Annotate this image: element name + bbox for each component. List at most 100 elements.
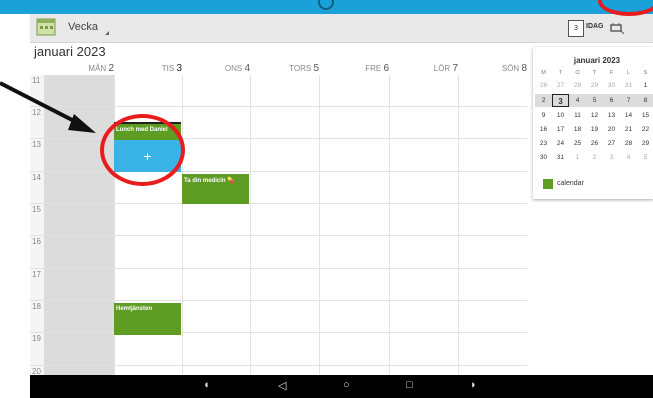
hour-label: 16 <box>32 237 41 246</box>
day-column-mon[interactable] <box>44 75 114 375</box>
mini-calendar-day[interactable]: 12 <box>586 109 603 122</box>
mini-calendar-day[interactable]: 5 <box>586 94 603 107</box>
status-bar <box>0 0 653 14</box>
mini-calendar-title: januari 2023 <box>573 56 621 65</box>
status-indicator-icon <box>318 0 334 10</box>
grid-line <box>30 365 527 366</box>
event-medicine[interactable]: Ta din medicin 💊 <box>182 174 249 204</box>
day-header-fri[interactable]: FRE 6 <box>319 62 389 75</box>
home-icon[interactable]: ○ <box>343 379 350 391</box>
mini-calendar-day[interactable]: 4 <box>620 151 637 164</box>
hour-label: 13 <box>32 140 41 149</box>
grid-line <box>182 75 183 375</box>
day-header-wed[interactable]: ONS 4 <box>182 62 250 75</box>
hour-column <box>30 75 44 375</box>
mini-calendar-day[interactable]: 22 <box>637 123 653 136</box>
hour-label: 17 <box>32 270 41 279</box>
mini-calendar-day[interactable]: 17 <box>552 123 569 136</box>
mini-calendar-day[interactable]: 2 <box>535 94 552 107</box>
calendar-color-swatch[interactable] <box>543 179 553 189</box>
hour-label: 12 <box>32 108 41 117</box>
day-header-mon[interactable]: MÅN 2 <box>44 62 114 75</box>
day-header-sun[interactable]: SÖN 8 <box>458 62 527 75</box>
mini-calendar-day[interactable]: 3 <box>603 151 620 164</box>
recents-icon[interactable]: □ <box>406 379 413 391</box>
mini-calendar-day[interactable]: 13 <box>603 109 620 122</box>
mini-calendar-day[interactable]: 9 <box>535 109 552 122</box>
today-calendar-icon[interactable]: 3 <box>568 20 584 37</box>
hour-label: 19 <box>32 334 41 343</box>
mini-calendar-day[interactable]: 1 <box>569 151 586 164</box>
hour-label: 18 <box>32 302 41 311</box>
week-grid[interactable]: 11 12 13 14 15 16 17 18 19 20 Lunch med … <box>30 75 527 375</box>
mini-calendar-day[interactable]: 23 <box>535 137 552 150</box>
mini-calendar-day[interactable]: 18 <box>569 123 586 136</box>
mini-calendar-day[interactable]: 25 <box>569 137 586 150</box>
month-title: januari 2023 <box>34 44 106 59</box>
mini-calendar-day[interactable]: 28 <box>569 79 586 92</box>
mini-calendar-day[interactable]: 19 <box>586 123 603 136</box>
mini-calendar-day[interactable]: 6 <box>603 94 620 107</box>
mini-calendar-day[interactable]: 14 <box>620 109 637 122</box>
mini-calendar-day[interactable]: 7 <box>620 94 637 107</box>
left-margin <box>0 0 30 398</box>
mini-calendar-day[interactable]: 1 <box>637 79 653 92</box>
week-day-headers: MÅN 2 TIS 3 ONS 4 TORS 5 FRE 6 LÖR 7 SÖN… <box>30 62 527 75</box>
mini-calendar-day[interactable]: 29 <box>637 137 653 150</box>
mini-calendar-day[interactable]: 4 <box>569 94 586 107</box>
mini-calendar-day[interactable]: 27 <box>603 137 620 150</box>
mini-calendar-day[interactable]: 8 <box>637 94 653 107</box>
mini-calendar-day[interactable]: 28 <box>620 137 637 150</box>
mini-calendar-day[interactable]: 29 <box>586 79 603 92</box>
day-header-tue[interactable]: TIS 3 <box>114 62 182 75</box>
grid-line <box>30 268 527 269</box>
grid-line <box>389 75 390 375</box>
mini-calendar-day[interactable]: 11 <box>569 109 586 122</box>
calendar-legend-label[interactable]: calendar <box>557 180 584 187</box>
overflow-menu-icon[interactable]: ⋮ <box>648 21 653 35</box>
mini-calendar-day[interactable]: 30 <box>603 79 620 92</box>
grid-line <box>30 332 527 333</box>
today-button[interactable]: IDAG <box>586 23 604 30</box>
grid-line <box>30 106 527 107</box>
mini-calendar-day[interactable]: 16 <box>535 123 552 136</box>
mini-calendar-day[interactable]: 21 <box>620 123 637 136</box>
annotation-circle-new-event <box>100 114 185 186</box>
mini-calendar-day[interactable]: 10 <box>552 109 569 122</box>
hour-label: 15 <box>32 205 41 214</box>
mini-calendar-day[interactable]: 27 <box>552 79 569 92</box>
mini-calendar: januari 2023 M T O T F L S 26 27 28 29 3… <box>533 47 653 199</box>
grid-line <box>30 203 527 204</box>
mini-calendar-day[interactable]: 15 <box>637 109 653 122</box>
mini-calendar-day[interactable]: 2 <box>586 151 603 164</box>
android-nav-bar: ◖ ◁ ○ □ ◗ <box>30 375 653 398</box>
day-header-thu[interactable]: TORS 5 <box>250 62 319 75</box>
view-selector[interactable]: Vecka <box>68 21 98 33</box>
mini-calendar-day[interactable]: 31 <box>552 151 569 164</box>
volume-down-icon[interactable]: ◖ <box>203 379 210 391</box>
mini-calendar-day[interactable]: 24 <box>552 137 569 150</box>
grid-line <box>30 235 527 236</box>
mini-calendar-day[interactable]: 26 <box>586 137 603 150</box>
grid-line <box>30 300 527 301</box>
grid-line <box>30 171 527 172</box>
mini-calendar-day[interactable]: 30 <box>535 151 552 164</box>
grid-line <box>250 75 251 375</box>
event-homecare[interactable]: Hemtjänsten <box>114 303 181 335</box>
mini-calendar-day[interactable]: 20 <box>603 123 620 136</box>
mini-calendar-day[interactable]: 26 <box>535 79 552 92</box>
mini-calendar-day[interactable]: 31 <box>620 79 637 92</box>
hour-label: 11 <box>32 76 41 85</box>
day-header-sat[interactable]: LÖR 7 <box>389 62 458 75</box>
toolbar: Vecka 3 IDAG ⋮ <box>30 14 653 43</box>
view-dropdown-icon[interactable] <box>105 31 109 35</box>
volume-up-icon[interactable]: ◗ <box>470 379 477 391</box>
grid-line <box>319 75 320 375</box>
calendar-app-icon[interactable] <box>36 17 56 37</box>
hour-label: 20 <box>32 367 41 375</box>
hour-label: 14 <box>32 173 41 182</box>
day-view-icon[interactable] <box>610 22 624 34</box>
mini-calendar-today[interactable]: 3 <box>552 94 569 107</box>
back-icon[interactable]: ◁ <box>278 379 286 392</box>
mini-calendar-day[interactable]: 5 <box>637 151 653 164</box>
